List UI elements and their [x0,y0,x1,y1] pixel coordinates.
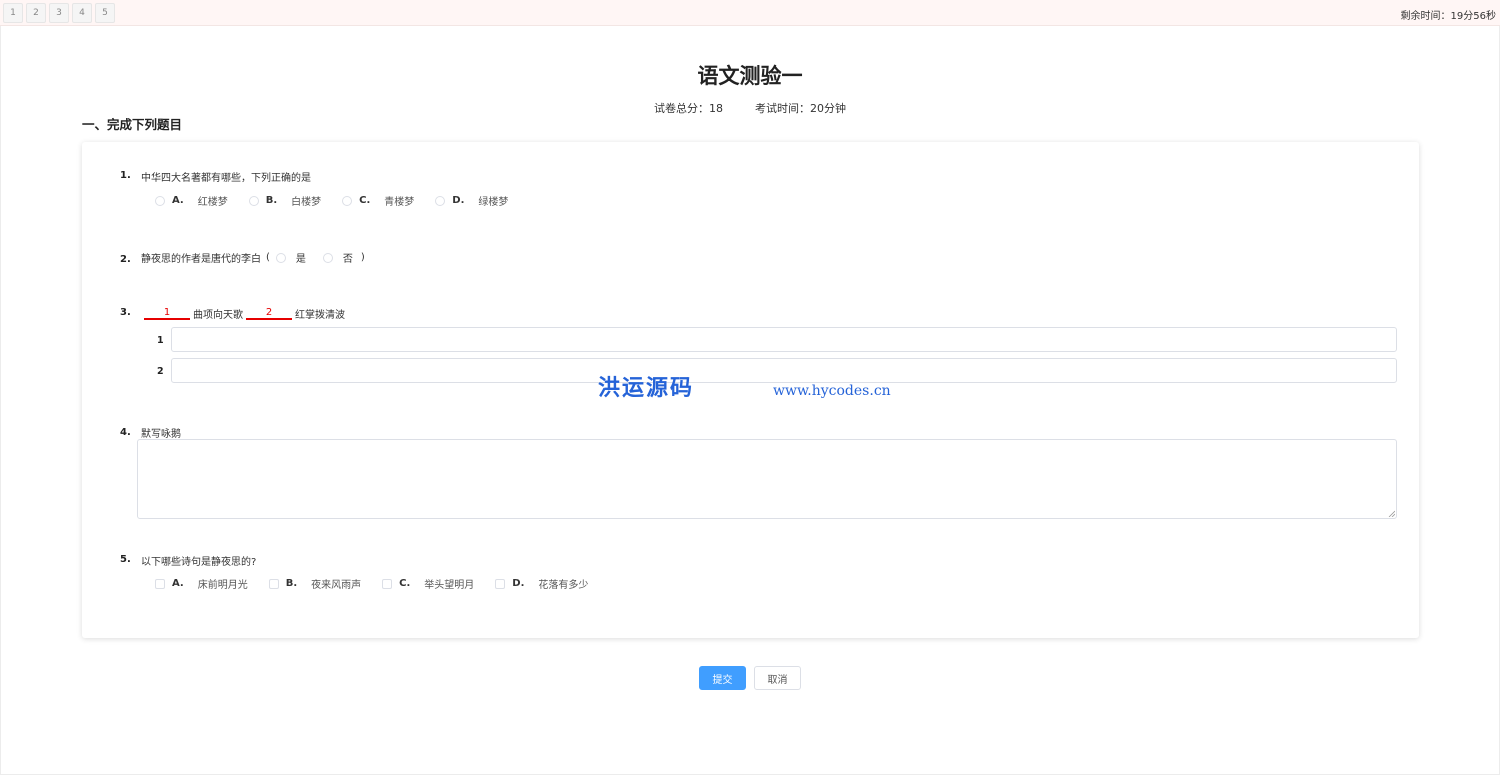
radio-button[interactable] [435,195,446,206]
question-number: 2. [120,254,131,265]
option-a[interactable]: A. 红楼梦 [155,193,228,208]
question-3-row: 1 曲项向天歌 2 红掌拨清波 [141,306,345,321]
section-title: 一、完成下列题目 [82,117,183,132]
option-letter: A. [172,578,184,589]
question-number: 5. [120,554,131,565]
close-paren: ) [360,252,365,263]
option-label: 举头望明月 [424,580,475,591]
submit-button[interactable]: 提交 [699,666,746,690]
question-number: 4. [120,427,131,438]
exam-title: 语文测验一 [697,64,803,88]
exam-time-value: 20分钟 [810,102,846,115]
option-label: 花落有多少 [538,580,589,591]
question-nav-button-2[interactable]: 2 [26,3,46,23]
option-yes[interactable]: 是 [275,250,306,265]
option-label: 是 [295,254,306,265]
total-score-label: 试卷总分： [654,102,709,115]
option-label: 红楼梦 [197,197,228,208]
question-text: 曲项向天歌 [193,310,243,321]
question-card: 1. 中华四大名著都有哪些，下列正确的是 A. 红楼梦 B. 白楼梦 C. 青楼梦 D… [82,142,1419,638]
checkbox-option-c[interactable]: C. 举头望明月 [382,576,474,591]
radio-button[interactable] [322,252,333,263]
option-letter: C. [399,578,411,589]
option-label: 床前明月光 [197,580,248,591]
checkbox[interactable] [155,578,165,589]
watermark-text: 洪运源码 [598,375,695,401]
option-label: 青楼梦 [384,197,415,208]
option-letter: A. [172,195,184,206]
question-text: 静夜思的作者是唐代的李白 [141,254,261,265]
question-text: 以下哪些诗句是静夜思的? [141,557,257,568]
watermark-url: www.hycodes.cn [773,383,891,399]
total-score-value: 18 [709,102,723,115]
option-c[interactable]: C. 青楼梦 [342,193,414,208]
radio-button[interactable] [342,195,353,206]
radio-button[interactable] [155,195,165,206]
option-letter: C. [359,195,371,206]
question-nav-button-3[interactable]: 3 [49,3,69,23]
remaining-time: 剩余时间：19分56秒 [1401,7,1496,22]
radio-button[interactable] [275,252,286,263]
checkbox[interactable] [268,578,279,589]
question-navigator: 1 2 3 4 5 [3,3,115,23]
question-5-options: A. 床前明月光 B. 夜来风雨声 C. 举头望明月 D. 花落有多少 [155,576,609,591]
top-bar: 1 2 3 4 5 剩余时间：19分56秒 [0,0,1500,26]
question-text: 中华四大名著都有哪些，下列正确的是 [141,173,311,184]
exam-meta: 试卷总分：18 考试时间：20分钟 [0,100,1500,116]
cancel-button[interactable]: 取消 [754,666,801,690]
option-label: 夜来风雨声 [311,580,362,591]
question-nav-button-4[interactable]: 4 [72,3,92,23]
question-2-row: 静夜思的作者是唐代的李白 ( 是 否 ) [141,250,365,265]
question-number: 1. [120,170,131,181]
question-number: 3. [120,307,131,318]
question-nav-button-5[interactable]: 5 [95,3,115,23]
fill-blank-1: 1 [144,307,190,320]
option-letter: D. [452,195,465,206]
option-b[interactable]: B. 白楼梦 [248,193,322,208]
exam-time-label: 考试时间： [755,102,810,115]
checkbox-option-a[interactable]: A. 床前明月光 [155,576,248,591]
fill-blank-2: 2 [246,307,292,320]
option-label: 白楼梦 [291,197,322,208]
option-d[interactable]: D. 绿楼梦 [435,193,508,208]
answer-textarea[interactable] [137,439,1397,519]
checkbox[interactable] [495,578,506,589]
question-nav-button-1[interactable]: 1 [3,3,23,23]
answer-label-2: 2 [157,366,164,377]
answer-input-1[interactable] [171,327,1397,352]
option-letter: D. [512,578,525,589]
remaining-time-value: 19分56秒 [1450,11,1496,22]
option-letter: B. [265,195,278,206]
checkbox-option-d[interactable]: D. 花落有多少 [495,576,588,591]
answer-label-1: 1 [157,335,164,346]
option-label: 绿楼梦 [478,197,509,208]
radio-button[interactable] [248,195,259,206]
option-no[interactable]: 否 [322,250,353,265]
resize-handle-icon[interactable] [1388,510,1395,517]
open-paren: ( [266,252,270,263]
checkbox[interactable] [382,578,393,589]
remaining-time-label: 剩余时间： [1400,11,1451,22]
checkbox-option-b[interactable]: B. 夜来风雨声 [268,576,362,591]
question-text: 红掌拨清波 [295,310,345,321]
option-label: 否 [342,254,353,265]
question-1-options: A. 红楼梦 B. 白楼梦 C. 青楼梦 D. 绿楼梦 [155,193,529,208]
option-letter: B. [285,578,298,589]
question-text: 默写咏鹅 [141,429,181,440]
answer-input-2[interactable] [171,358,1397,383]
